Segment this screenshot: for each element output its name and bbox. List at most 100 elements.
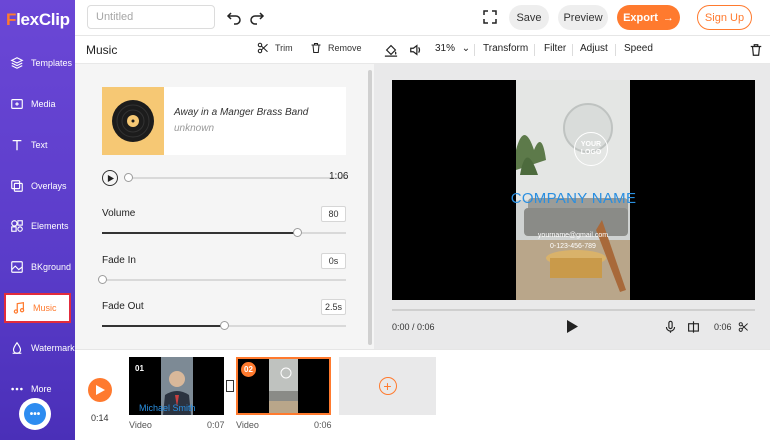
logo-placeholder: YOUR LOGO: [574, 132, 608, 166]
fullscreen-icon[interactable]: [482, 9, 498, 25]
export-button[interactable]: Export →: [617, 5, 680, 30]
filter-button[interactable]: Filter: [544, 43, 566, 54]
audio-progress-track[interactable]: [127, 177, 347, 179]
music-icon: [13, 302, 25, 314]
preview-button[interactable]: Preview: [558, 5, 608, 30]
email-text[interactable]: yourname@gmail.com: [516, 232, 630, 239]
zoom-select[interactable]: 31% ⌄: [435, 43, 470, 54]
sidebar-item-label: Media: [31, 99, 56, 109]
elements-icon: [11, 220, 23, 232]
sidebar-item-label: BKground: [31, 262, 72, 272]
export-label: Export: [623, 11, 658, 24]
sidebar-item-music[interactable]: Music: [4, 293, 71, 323]
play-button[interactable]: [102, 170, 118, 186]
panel-scrollbar[interactable]: [368, 70, 372, 345]
plus-icon: +: [378, 377, 397, 395]
zoom-value: 31%: [435, 43, 456, 54]
media-icon: [11, 99, 23, 109]
sidebar-item-media[interactable]: Media: [4, 89, 71, 119]
scissors-icon[interactable]: [738, 321, 749, 333]
sidebar-item-label: Watermark: [31, 343, 75, 353]
trash-icon[interactable]: [749, 43, 763, 57]
sidebar-item-label: Templates: [31, 58, 73, 68]
microphone-icon[interactable]: [664, 320, 677, 334]
arrow-right-icon: →: [662, 11, 674, 24]
background-icon: [11, 261, 23, 273]
timeline-clip-1[interactable]: 01 Michael Smith: [129, 357, 224, 415]
play-icon: [95, 385, 105, 395]
fill-color-icon[interactable]: [384, 43, 398, 57]
clip-duration: 0:07: [207, 420, 225, 430]
phone-text[interactable]: 0-123-456-789: [516, 243, 630, 250]
sidebar-item-templates[interactable]: Templates: [4, 48, 73, 78]
remove-button[interactable]: Remove: [310, 42, 362, 54]
top-bar: Save Preview Export → Sign Up: [75, 0, 770, 36]
transition-button[interactable]: [226, 380, 234, 392]
sidebar-item-watermark[interactable]: Watermark: [4, 333, 75, 363]
fade-in-slider-track[interactable]: [102, 279, 346, 281]
undo-icon[interactable]: [226, 9, 242, 25]
clip-duration: 0:06: [314, 420, 332, 430]
remove-label: Remove: [328, 43, 362, 53]
more-icon: [11, 387, 23, 391]
sidebar-item-text[interactable]: Text: [4, 130, 71, 160]
editor-toolbar: 31% ⌄ Transform Filter Adjust Speed: [374, 36, 770, 64]
sidebar: FlexClip Templates Media Text Overlays E…: [0, 0, 75, 440]
divider: [534, 44, 535, 56]
trash-icon: [311, 42, 321, 54]
logo-letter: F: [6, 10, 17, 29]
fade-in-value[interactable]: 0s: [321, 253, 346, 269]
playback-progress-bar[interactable]: [392, 309, 755, 311]
volume-slider-handle[interactable]: [293, 228, 302, 237]
app-logo[interactable]: FlexClip: [6, 10, 70, 30]
audio-progress-handle[interactable]: [124, 173, 133, 182]
save-button[interactable]: Save: [509, 5, 549, 30]
layers-icon: [10, 57, 24, 69]
sidebar-item-label: Overlays: [31, 181, 67, 191]
volume-slider-fill: [102, 232, 297, 234]
add-clip-button[interactable]: +: [339, 357, 436, 415]
company-name-text[interactable]: COMPANY NAME: [392, 190, 755, 207]
clip-duration: 0:06: [714, 322, 732, 332]
adjust-button[interactable]: Adjust: [580, 43, 608, 54]
play-button[interactable]: [566, 320, 578, 333]
trim-label: Trim: [275, 43, 293, 53]
track-card[interactable]: Away in a Manger Brass Band unknown: [102, 87, 346, 155]
volume-icon[interactable]: [409, 43, 423, 57]
sidebar-item-overlays[interactable]: Overlays: [4, 171, 71, 201]
volume-label: Volume: [102, 208, 136, 219]
divider: [474, 44, 475, 56]
vinyl-record-icon: [102, 87, 164, 155]
preview-stage: YOUR LOGO COMPANY NAME yourname@gmail.co…: [374, 64, 770, 349]
volume-value[interactable]: 80: [321, 206, 346, 222]
video-canvas[interactable]: YOUR LOGO COMPANY NAME yourname@gmail.co…: [392, 80, 755, 300]
divider: [572, 44, 573, 56]
redo-icon[interactable]: [249, 9, 265, 25]
track-artist: unknown: [174, 123, 215, 134]
signup-button[interactable]: Sign Up: [697, 5, 752, 30]
fade-out-slider-handle[interactable]: [220, 321, 229, 330]
speed-button[interactable]: Speed: [624, 43, 653, 54]
split-icon[interactable]: [687, 320, 700, 334]
fade-out-value[interactable]: 2.5s: [321, 299, 346, 315]
timeline-play-button[interactable]: [88, 378, 112, 402]
play-icon: [567, 320, 578, 333]
project-title-input[interactable]: [87, 5, 215, 29]
divider: [615, 44, 616, 56]
fade-in-label: Fade In: [102, 255, 136, 266]
clip-caption: Michael Smith: [139, 403, 196, 413]
fade-in-slider-handle[interactable]: [98, 275, 107, 284]
music-panel: Music Trim Remove Away in a Manger Brass…: [75, 36, 374, 349]
scissors-icon: [257, 42, 268, 54]
timeline-clip-2[interactable]: 02: [236, 357, 331, 415]
chat-button[interactable]: •••: [19, 398, 51, 430]
sidebar-item-elements[interactable]: Elements: [4, 211, 71, 241]
overlays-icon: [11, 180, 23, 192]
transform-button[interactable]: Transform: [483, 43, 528, 54]
sidebar-item-bkground[interactable]: BKground: [4, 252, 71, 282]
trim-button[interactable]: Trim: [257, 42, 293, 54]
logo-text: lexClip: [16, 10, 70, 29]
clip-number: 01: [135, 364, 144, 373]
chat-icon: •••: [24, 403, 46, 425]
track-duration: 1:06: [329, 171, 349, 182]
